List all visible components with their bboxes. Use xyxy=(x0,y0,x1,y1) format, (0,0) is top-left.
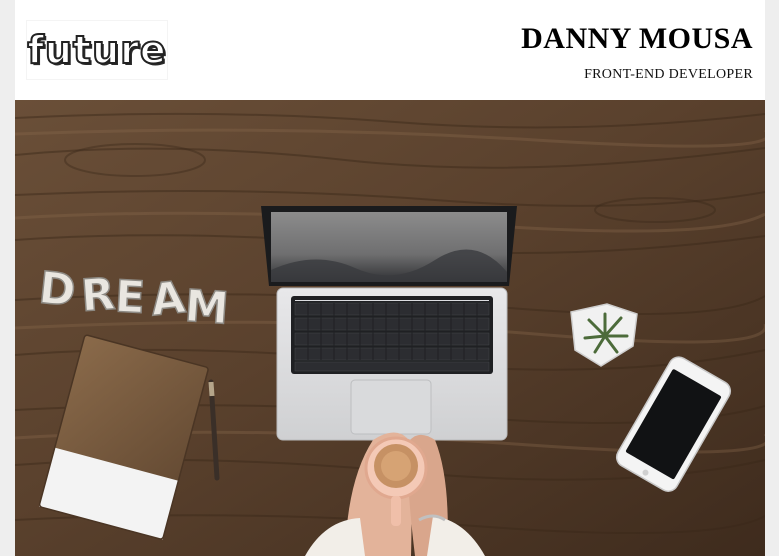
laptop xyxy=(261,206,517,441)
page-title: DANNY MOUSA xyxy=(521,22,753,55)
svg-text:A: A xyxy=(148,272,187,326)
svg-text:M: M xyxy=(183,281,230,335)
svg-text:D: D xyxy=(36,262,78,317)
page: future DANNY MOUSA FRONT-END DEVELOPER D… xyxy=(15,0,765,556)
svg-text:E: E xyxy=(114,271,147,324)
site-logo[interactable]: future xyxy=(26,20,168,80)
subtitle: FRONT-END DEVELOPER xyxy=(584,67,753,82)
logo-text: future xyxy=(26,27,167,73)
site-header: future DANNY MOUSA FRONT-END DEVELOPER xyxy=(15,0,765,100)
svg-text:R: R xyxy=(79,269,116,322)
hero-image: D R E A M xyxy=(15,100,765,556)
